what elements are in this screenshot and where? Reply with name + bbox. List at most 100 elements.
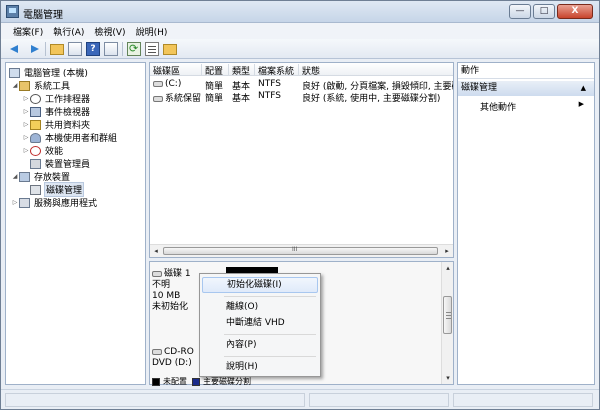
legend-unallocated: 未配置 xyxy=(163,377,187,386)
cdrom-name: CD-RO xyxy=(164,347,194,357)
tree-item-root[interactable]: 電腦管理 (本機) xyxy=(9,66,89,79)
menu-item-initialize-disk[interactable]: 初始化磁碟(I) xyxy=(202,277,318,293)
primary-partition-swatch xyxy=(192,377,200,386)
tree-label: 工作排程器 xyxy=(45,95,91,105)
more-actions-link[interactable]: 其他動作 xyxy=(480,100,516,113)
collapse-arrow-icon[interactable]: ▲ xyxy=(581,81,586,96)
legend-primary-partition: 主要磁碟分割 xyxy=(203,377,251,386)
tree-label-selected: 磁碟管理 xyxy=(44,182,85,197)
menu-item-help[interactable]: 說明(H) xyxy=(202,359,318,375)
column-header-type[interactable]: 類型 xyxy=(229,64,255,75)
tree-label: 共用資料夾 xyxy=(45,121,91,131)
menu-action[interactable]: 執行(A) xyxy=(53,25,84,38)
filesystem-cell: NTFS xyxy=(258,79,281,89)
status-cell: 良好 (系統, 使用中, 主要磁碟分割) xyxy=(302,94,441,104)
vertical-scrollbar[interactable]: ▴ ▾ xyxy=(441,262,453,384)
type-cell: 基本 xyxy=(232,94,251,104)
tree-item-shared-folders[interactable]: ▷ 共用資料夾 xyxy=(22,118,91,131)
window-controls: — □ X xyxy=(509,4,593,19)
menu-help[interactable]: 說明(H) xyxy=(136,25,168,38)
back-arrow-icon[interactable] xyxy=(9,42,23,56)
volume-cell: 系統保留 xyxy=(150,91,202,104)
disk-init-status: 未初始化 xyxy=(152,302,189,312)
tree-label: 裝置管理員 xyxy=(45,160,91,170)
submenu-arrow-icon[interactable]: ▶ xyxy=(579,100,584,108)
cdrom-icon xyxy=(152,348,162,355)
menu-item-offline[interactable]: 離線(O) xyxy=(202,299,318,315)
expanded-arrow-icon[interactable]: ◢ xyxy=(11,173,19,180)
volume-name: (C:) xyxy=(165,79,182,89)
properties-icon[interactable] xyxy=(145,41,159,56)
menu-separator xyxy=(224,334,316,335)
status-cell xyxy=(453,393,593,407)
tree-item-local-users[interactable]: ▷ 本機使用者和群組 xyxy=(22,131,118,144)
tree-label: 事件檢視器 xyxy=(45,108,91,118)
scroll-left-icon[interactable]: ◂ xyxy=(150,245,162,257)
export-list-icon[interactable] xyxy=(163,44,177,55)
maximize-button[interactable]: □ xyxy=(533,4,555,19)
scrollbar-thumb[interactable] xyxy=(443,296,452,334)
tree-item-performance[interactable]: ▷ 效能 xyxy=(22,144,64,157)
status-cell xyxy=(309,393,449,407)
column-header-filesystem[interactable]: 檔案系統 xyxy=(255,64,299,75)
scrollbar-thumb[interactable]: III xyxy=(163,246,438,255)
tree-item-services[interactable]: ▷ 服務與應用程式 xyxy=(11,196,98,209)
collapsed-arrow-icon[interactable]: ▷ xyxy=(22,108,30,115)
show-hide-tree-icon[interactable] xyxy=(68,41,82,56)
volume-list: 磁碟區 配置 類型 檔案系統 狀態 (C:) 簡單 基本 NTFS 良好 (啟動… xyxy=(149,62,454,258)
expanded-arrow-icon[interactable]: ◢ xyxy=(11,82,19,89)
show-hide-action-pane-icon[interactable] xyxy=(104,41,118,56)
table-row[interactable]: (C:) 簡單 基本 NTFS 良好 (啟動, 分頁檔案, 損毀傾印, 主要磁 xyxy=(150,78,453,92)
filesystem-cell: NTFS xyxy=(258,91,281,101)
scroll-up-icon[interactable]: ▴ xyxy=(442,262,454,274)
disk-1-title: 磁碟 1 xyxy=(152,269,202,280)
tree-label: 電腦管理 (本機) xyxy=(24,69,88,79)
tree-item-device-manager[interactable]: 裝置管理員 xyxy=(30,157,91,170)
help-icon[interactable]: ? xyxy=(86,41,100,56)
collapsed-arrow-icon[interactable]: ▷ xyxy=(22,134,30,141)
tree-label: 系統工具 xyxy=(34,82,71,92)
tree-item-event-viewer[interactable]: ▷ 事件檢視器 xyxy=(22,105,91,118)
scroll-right-icon[interactable]: ▸ xyxy=(441,245,453,257)
menu-item-properties[interactable]: 內容(P) xyxy=(202,337,318,353)
column-header-volume[interactable]: 磁碟區 xyxy=(150,64,202,75)
cdrom-title: CD-RO xyxy=(152,347,202,358)
actions-header: 動作 xyxy=(458,63,594,79)
table-row[interactable]: 系統保留 簡單 基本 NTFS 良好 (系統, 使用中, 主要磁碟分割) xyxy=(150,90,453,104)
window-title: 電腦管理 xyxy=(23,10,63,21)
performance-icon xyxy=(30,145,41,156)
column-header-layout[interactable]: 配置 xyxy=(202,64,229,75)
forward-arrow-icon[interactable] xyxy=(27,42,41,56)
minimize-button[interactable]: — xyxy=(509,4,531,19)
collapsed-arrow-icon[interactable]: ▷ xyxy=(11,199,19,206)
volume-table-header: 磁碟區 配置 類型 檔案系統 狀態 xyxy=(150,63,453,76)
drive-icon xyxy=(153,95,163,102)
disk-1-info[interactable]: 磁碟 1 不明 10 MB 未初始化 xyxy=(152,269,202,313)
close-button[interactable]: X xyxy=(557,4,593,19)
tree-item-task-scheduler[interactable]: ▷ 工作排程器 xyxy=(22,92,91,105)
cdrom-info[interactable]: CD-RO DVD (D:) xyxy=(152,347,202,369)
horizontal-scrollbar[interactable]: ◂ III ▸ xyxy=(150,244,453,257)
system-tools-icon xyxy=(19,80,30,91)
up-folder-icon[interactable] xyxy=(50,44,64,55)
menu-item-detach-vhd[interactable]: 中斷連結 VHD xyxy=(202,315,318,331)
tree-item-system-tools[interactable]: ◢ 系統工具 xyxy=(11,79,71,92)
refresh-icon[interactable] xyxy=(127,41,141,56)
event-viewer-icon xyxy=(30,106,41,117)
menu-view[interactable]: 檢視(V) xyxy=(94,25,125,38)
scroll-down-icon[interactable]: ▾ xyxy=(442,372,454,384)
collapsed-arrow-icon[interactable]: ▷ xyxy=(22,147,30,154)
menu-file[interactable]: 檔案(F) xyxy=(13,25,43,38)
collapsed-arrow-icon[interactable]: ▷ xyxy=(22,95,30,102)
actions-section-disk-management[interactable]: 磁碟管理 ▲ xyxy=(458,81,594,96)
toolbar: ? xyxy=(1,39,599,59)
computer-icon xyxy=(9,67,20,78)
users-icon xyxy=(30,132,41,143)
disk-icon xyxy=(152,270,162,277)
layout-cell: 簡單 xyxy=(205,94,224,104)
collapsed-arrow-icon[interactable]: ▷ xyxy=(22,121,30,128)
tree-item-disk-management[interactable]: 磁碟管理 xyxy=(30,182,85,197)
menu-separator xyxy=(224,356,316,357)
status-bar xyxy=(1,389,599,409)
column-header-status[interactable]: 狀態 xyxy=(299,64,453,75)
